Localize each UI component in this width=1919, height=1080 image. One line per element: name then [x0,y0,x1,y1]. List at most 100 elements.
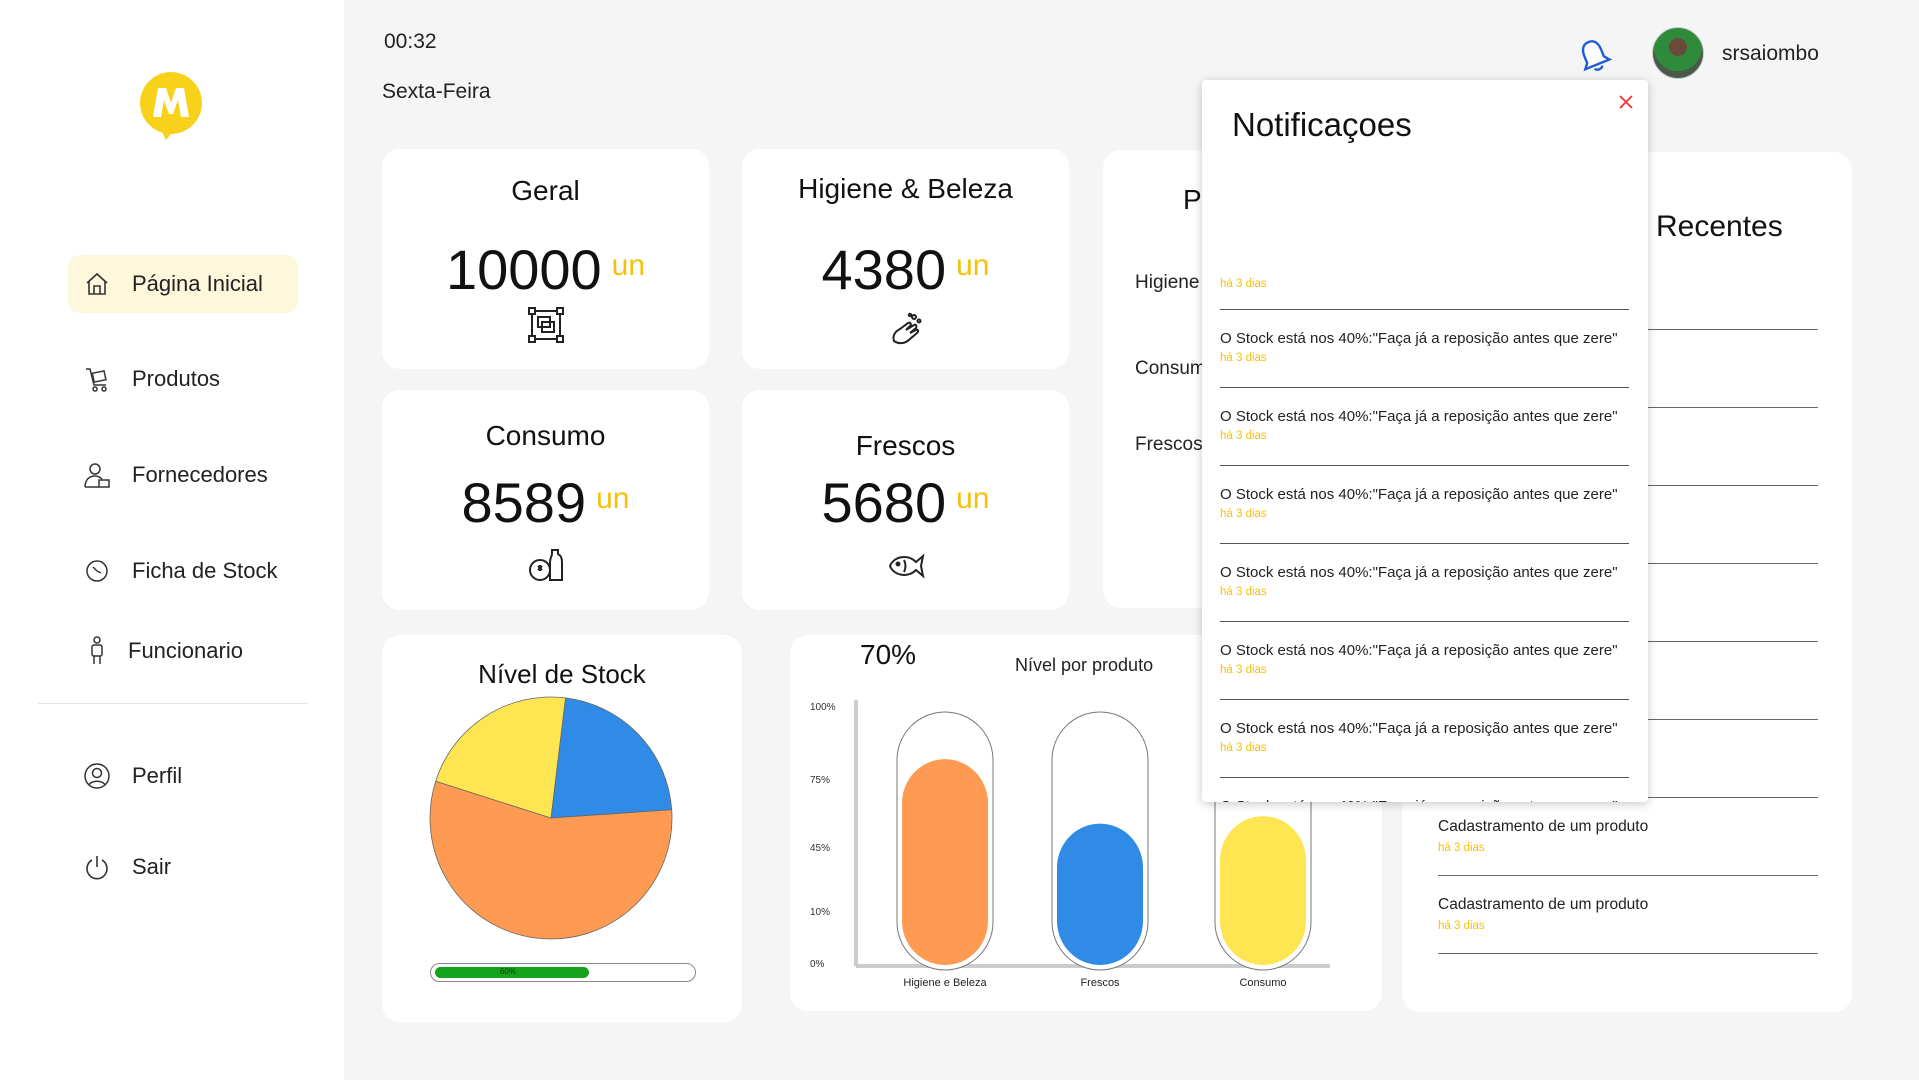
username[interactable]: srsaiombo [1722,42,1819,66]
stock-progress-bar: 60% [430,963,696,982]
pie-slice [550,697,673,819]
sidebar-item-ficha-de-stock[interactable]: Ficha de Stock [68,542,298,600]
y-tick-label: 75% [810,775,830,786]
box-icon [527,307,564,343]
close-icon[interactable] [1614,90,1638,114]
notification-time: há 3 dias [1220,664,1267,676]
sidebar-item-perfil[interactable]: Perfil [68,747,298,805]
notification-popover: Notificaçoes há 3 dias O Stock está nos … [1202,80,1648,802]
person-icon [80,634,114,668]
sidebar-item-label: Funcionario [128,638,243,663]
fish-icon [888,553,925,579]
notification-time: há 3 dias [1220,278,1267,290]
sidebar-divider [38,703,308,704]
partial-label: Higiene [1135,272,1200,293]
sidebar-item-label: Sair [132,854,172,879]
notification-item[interactable]: O Stock está nos 40%:"Faça já a reposiçã… [1220,700,1629,778]
clock-icon [80,554,114,588]
weekday-label: Sexta-Feira [382,80,491,103]
bar [902,759,988,965]
food-icon [528,549,563,581]
sidebar-item-funcionario[interactable]: Funcionario [68,622,298,680]
stock-level-card: Nível de Stock 60% [382,635,742,1022]
stat-value-row: 4380 un [742,237,1069,302]
notification-text: O Stock está nos 40%:"Faça já a reposiçã… [1220,642,1618,659]
notification-item[interactable]: O Stock está nos 40%:"Faça já a reposiçã… [1220,388,1629,466]
power-icon [80,850,114,884]
stat-card-frescos: Frescos 5680 un [742,390,1069,610]
notification-text: O Stock está nos 40%:"Faça já a reposiçã… [1220,330,1618,347]
stat-title: Higiene & Beleza [798,173,1013,204]
pie-chart [429,696,673,940]
stat-value-row: 8589 un [382,470,709,535]
recent-item-text: Cadastramento de um produto [1438,818,1649,835]
sidebar-item-label: Perfil [132,763,183,788]
stat-unit: un [956,249,990,282]
supplier-icon [80,458,114,492]
sidebar-item-label: Ficha de Stock [132,558,278,583]
bar [1057,823,1143,965]
stat-value-row: 5680 un [742,470,1069,535]
notification-item[interactable]: O Stock está nos 40%:"Faça já a reposiçã… [1220,622,1629,700]
handwash-icon [892,312,921,345]
home-icon [80,267,114,301]
sidebar-item-pagina-inicial[interactable]: Página Inicial [68,255,298,313]
notification-time: há 3 dias [1220,352,1267,364]
notification-time: há 3 dias [1220,586,1267,598]
recent-item-time: há 3 dias [1438,842,1485,854]
partial-label: Consum [1135,358,1206,379]
notification-time: há 3 dias [1220,508,1267,520]
y-tick-label: 100% [810,702,836,713]
sidebar-item-label: Página Inicial [132,271,263,296]
user-avatar[interactable] [1652,27,1704,79]
clock-time: 00:32 [384,30,437,53]
bar [1220,816,1306,965]
notification-item[interactable]: O Stock está nos 40%:"Faça já a reposiçã… [1220,466,1629,544]
recent-item[interactable]: Cadastramento de um produto há 3 dias [1438,876,1818,954]
stat-title: Consumo [485,420,606,451]
y-tick-label: 10% [810,907,830,918]
notification-time: há 3 dias [1220,430,1267,442]
notification-title: Notificaçoes [1232,106,1412,143]
notification-item[interactable]: há 3 dias [1220,258,1629,310]
notification-text: O Stock está nos 40%:"Faça já a reposiçã… [1220,798,1618,802]
stat-card-consumo: Consumo 8589 un [382,390,709,610]
notification-item[interactable]: O Stock está nos 40%:"Faça já a reposiçã… [1220,544,1629,622]
progress-label: 60% [499,967,516,976]
stat-card-higiene: Higiene & Beleza 4380 un [742,149,1069,369]
partial-card-title: P [1183,184,1202,215]
stat-unit: un [956,482,990,515]
recent-item-time: há 3 dias [1438,920,1485,932]
stat-title: Geral [511,175,580,206]
sidebar: Página Inicial Produtos Fornecedores Fic… [0,0,344,1080]
notification-text: O Stock está nos 40%:"Faça já a reposiçã… [1220,486,1618,503]
app-logo [140,72,202,140]
notification-item[interactable]: O Stock está nos 40%:"Faça já a reposiçã… [1220,778,1629,802]
x-tick-label: Higiene e Beleza [903,977,987,989]
stat-value: 10000 [445,238,602,301]
sidebar-item-sair[interactable]: Sair [68,838,298,896]
partial-label: Frescos [1135,434,1203,455]
recent-item[interactable]: Cadastramento de um produto há 3 dias [1438,798,1818,876]
notification-text: O Stock está nos 40%:"Faça já a reposiçã… [1220,564,1618,581]
notification-time: há 3 dias [1220,742,1267,754]
notification-text: O Stock está nos 40%:"Faça já a reposiçã… [1220,408,1618,425]
stat-value-row: 10000 un [382,237,709,302]
pie-chart-title: Nível de Stock [478,659,646,689]
sidebar-item-label: Fornecedores [132,462,268,487]
stat-unit: un [611,249,646,282]
stat-value: 4380 [821,238,947,301]
recent-item-text: Cadastramento de um produto [1438,896,1649,913]
notification-text: O Stock está nos 40%:"Faça já a reposiçã… [1220,720,1618,737]
stat-value: 8589 [461,471,587,534]
y-tick-label: 0% [810,959,825,970]
sidebar-item-produtos[interactable]: Produtos [68,350,298,408]
x-tick-label: Frescos [1080,977,1120,989]
notification-item[interactable]: O Stock está nos 40%:"Faça já a reposiçã… [1220,310,1629,388]
stat-value: 5680 [821,471,947,534]
profile-icon [80,759,114,793]
sidebar-item-fornecedores[interactable]: Fornecedores [68,446,298,504]
sidebar-item-label: Produtos [132,366,221,391]
y-tick-label: 45% [810,843,830,854]
notification-bell-icon[interactable] [1576,36,1612,76]
